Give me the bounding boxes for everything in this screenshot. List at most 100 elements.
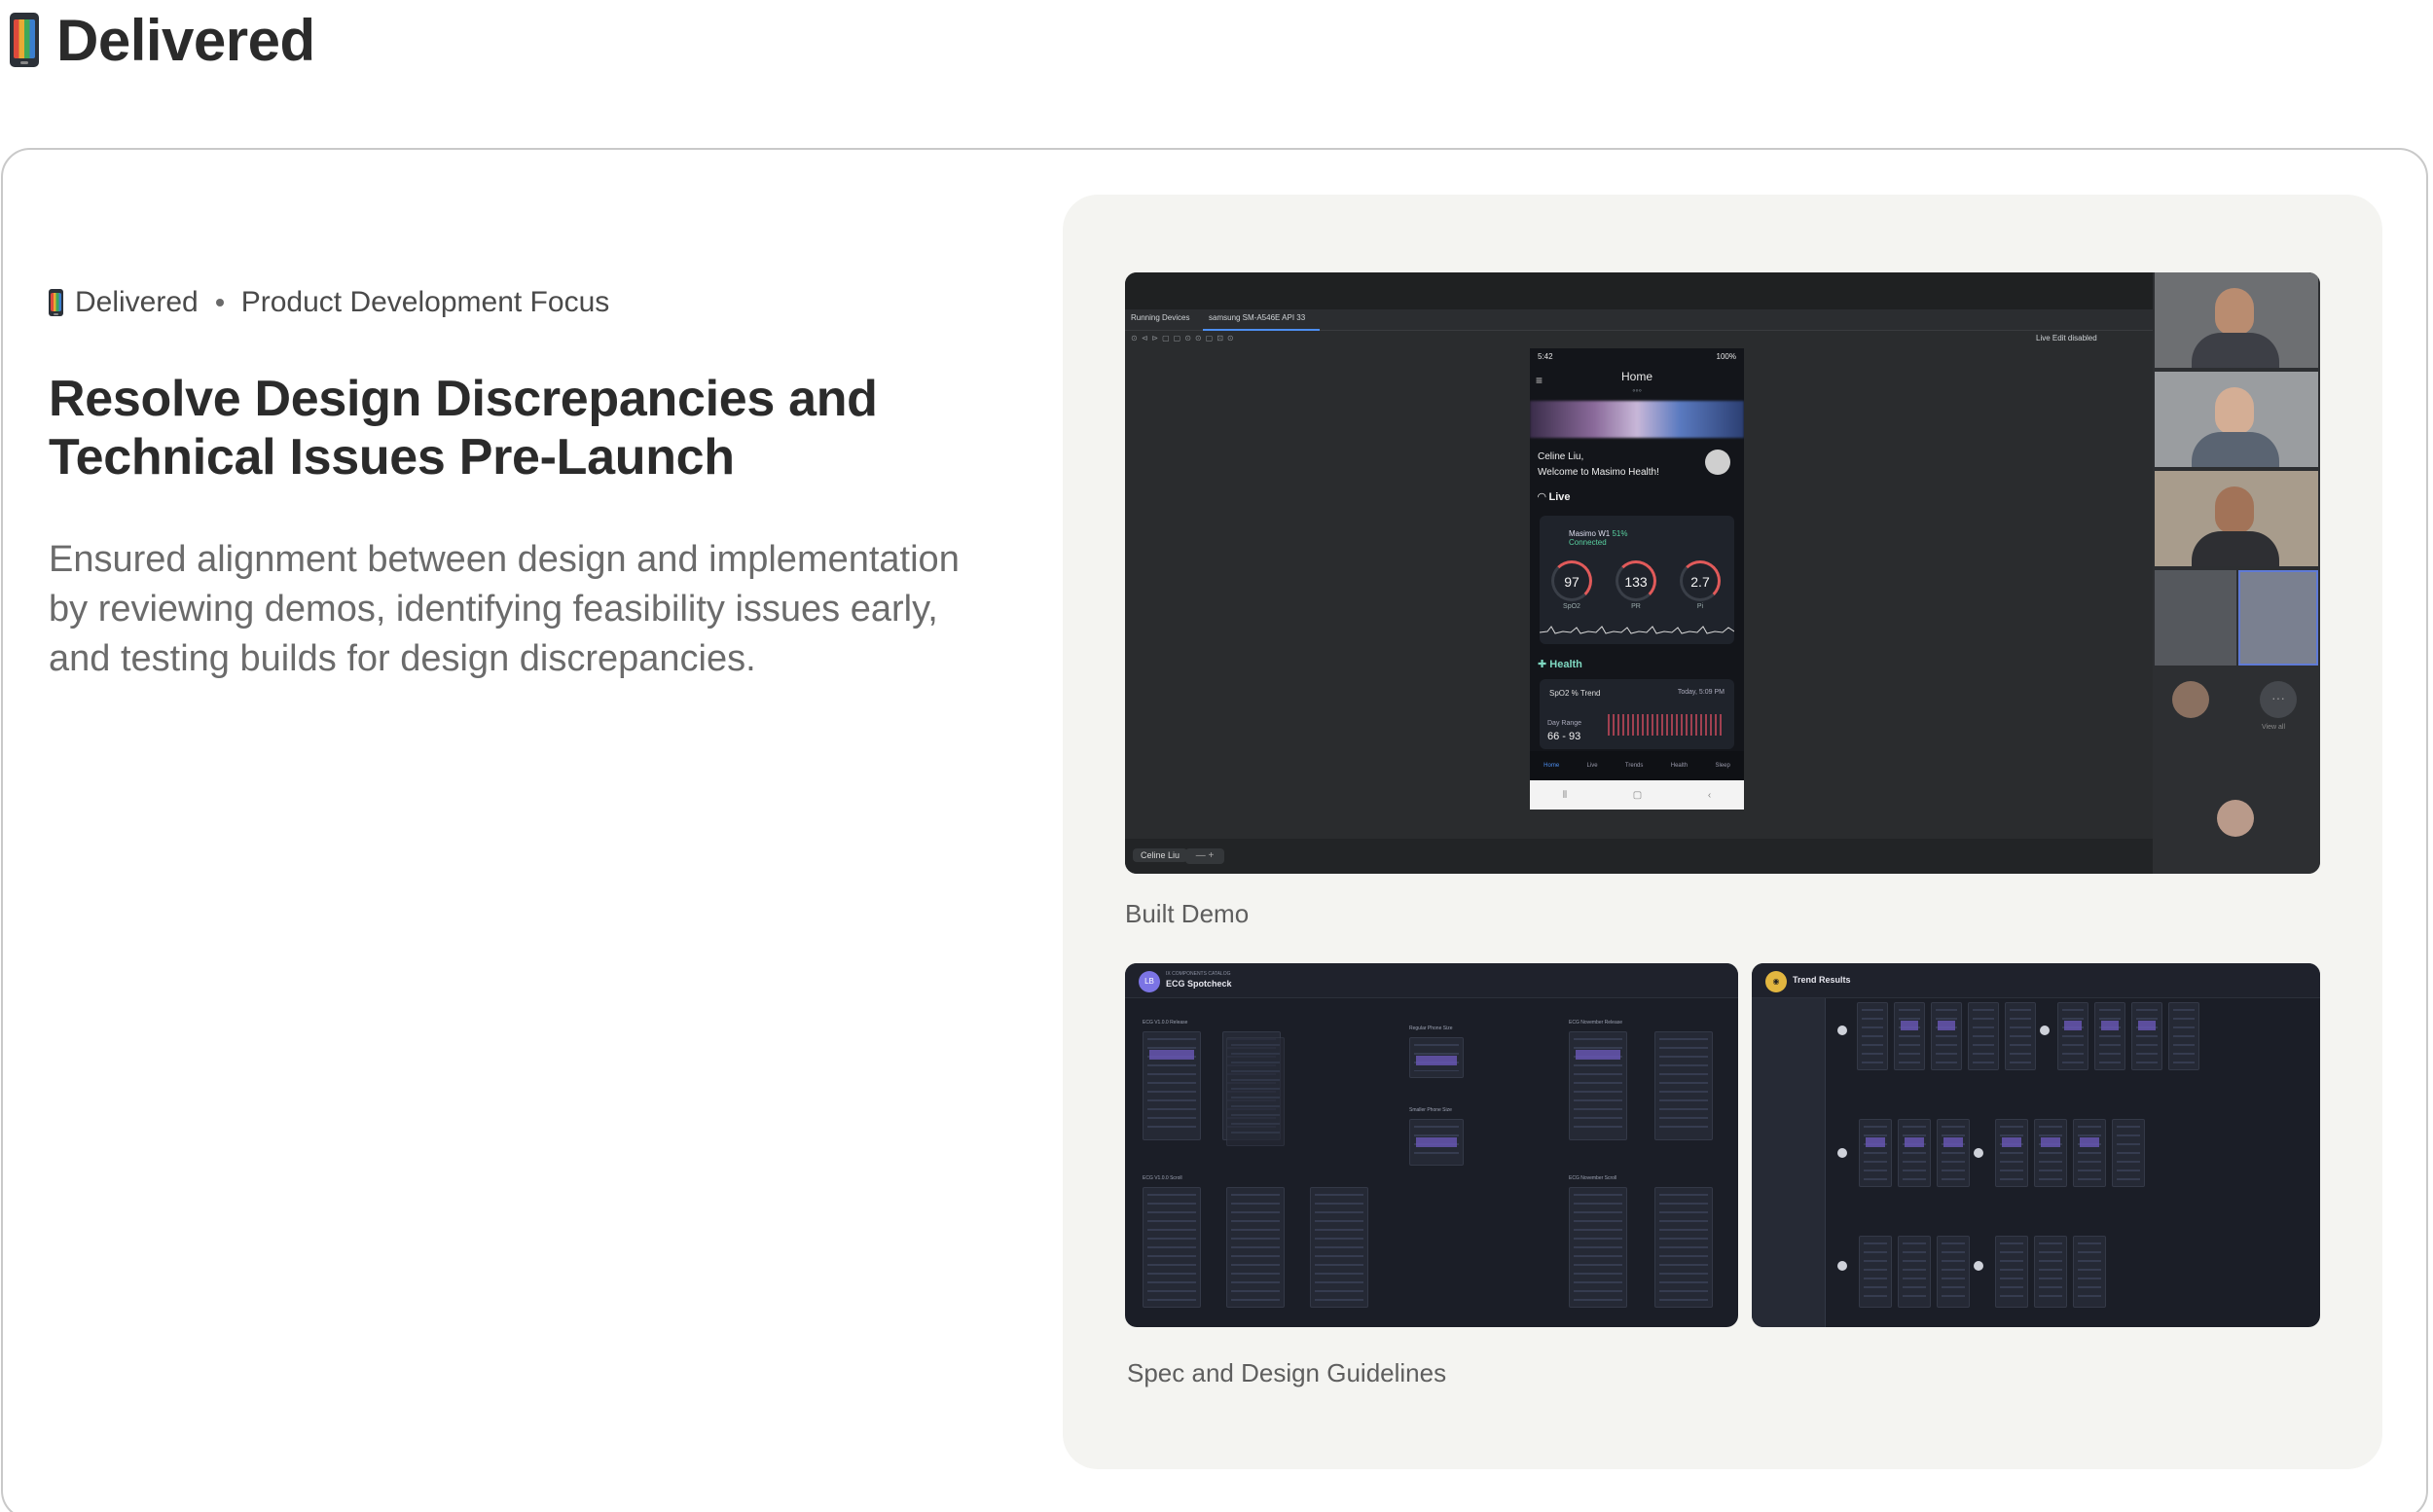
live-edit-status: Live Edit disabled [2036, 334, 2097, 342]
gauge-spo2-value: 97 [1564, 574, 1580, 590]
screen-frame [1859, 1236, 1892, 1308]
nav-sleep: Sleep [1715, 763, 1730, 769]
spec-label: Regular Phone Size [1409, 1026, 1453, 1031]
device-name: Masimo W1 [1569, 529, 1611, 538]
spec-title: Trend Results [1793, 975, 1851, 985]
nav-live: Live [1586, 763, 1598, 769]
phone-battery: 100% [1716, 352, 1736, 361]
screen-frame [2112, 1119, 2145, 1187]
screen-frame [2131, 1002, 2162, 1070]
screen-frame [1409, 1037, 1464, 1078]
built-demo-image[interactable]: Running Devices samsung SM-A546E API 33 … [1125, 272, 2320, 874]
device-status: Connected [1569, 538, 1607, 547]
spec-trend-results-image[interactable]: ◉ Trend Results [1752, 963, 2320, 1327]
spec-badge: LB [1139, 971, 1160, 992]
mobile-phone-icon [10, 13, 39, 67]
meta-status: Delivered [75, 286, 199, 318]
screen-frame [2057, 1002, 2088, 1070]
spec-ecg-spotcheck-image[interactable]: LB IX COMPONENTS CATALOG ECG Spotcheck E… [1125, 963, 1738, 1327]
more-participants-icon[interactable]: ··· [2260, 681, 2297, 718]
flow-node [1837, 1148, 1847, 1158]
participant-name: Celine Liu [1133, 848, 1188, 862]
spec-sidebar [1752, 998, 1826, 1327]
screen-frame [1937, 1119, 1970, 1187]
screen-frame [1569, 1031, 1627, 1140]
nav-trends: Trends [1624, 763, 1644, 769]
phone-greeting: Celine Liu, Welcome to Masimo Health! [1538, 450, 1659, 481]
section-health: ✚ Health [1538, 658, 1582, 670]
participant-avatar [2217, 800, 2254, 837]
trend-bars [1608, 714, 1723, 736]
gauge-pr-label: PR [1631, 603, 1641, 610]
mobile-phone-icon [49, 289, 63, 316]
section-health-label: Health [1549, 659, 1582, 670]
screen-frame [2073, 1236, 2106, 1308]
screen-frame [1995, 1119, 2028, 1187]
phone-bottom-nav: Home Live Trends Health Sleep [1530, 751, 1744, 780]
meeting-bottom-bar [1125, 839, 2153, 874]
range-value: 66 - 93 [1547, 731, 1581, 742]
spec-badge-icon: ◉ [1765, 971, 1787, 992]
participant-avatar [2172, 681, 2209, 718]
range-label: Day Range [1547, 720, 1582, 727]
plus-icon: ✚ [1538, 659, 1550, 670]
back-icon: ‹ [1707, 789, 1712, 801]
video-tile [2155, 272, 2318, 368]
view-all-label[interactable]: View all [2262, 724, 2285, 731]
video-tile [2155, 570, 2236, 666]
separator-dot [215, 299, 224, 306]
screen-frame [2168, 1002, 2199, 1070]
section-live: ◠ Live [1538, 490, 1571, 503]
video-participants: ··· View all [2153, 272, 2320, 874]
section-live-label: Live [1548, 491, 1571, 503]
flow-node [1837, 1261, 1847, 1271]
screen-frame [1654, 1031, 1713, 1140]
screen-frame [1857, 1002, 1888, 1070]
spec-subtitle: IX COMPONENTS CATALOG [1166, 971, 1231, 977]
device-info: Masimo W1 51% Connected [1569, 529, 1627, 547]
android-system-nav: ⦀ ▢ ‹ [1530, 780, 1744, 810]
built-demo-caption: Built Demo [1125, 899, 1250, 928]
spec-label: ECG V1.0.0 Scroll [1143, 1175, 1182, 1181]
spec-label: ECG November Scroll [1569, 1175, 1617, 1181]
screen-frame [2094, 1002, 2125, 1070]
masimo-logo-icon: ◦◦◦ [1632, 385, 1642, 395]
screen-frame [1995, 1236, 2028, 1308]
ide-tool-icons: ⊙⊲⊳▢▢⊙⊙▢⊡⊙ [1131, 334, 1238, 342]
meta-focus: Product Development Focus [240, 286, 610, 318]
trend-time: Today, 5:09 PM [1677, 689, 1725, 696]
video-tile [2238, 570, 2318, 666]
flow-node [1837, 1026, 1847, 1035]
phone-hero-banner [1530, 401, 1744, 438]
phone-status-bar: 5:42 100% [1538, 352, 1736, 361]
screen-frame [1931, 1002, 1962, 1070]
screen-frame [1143, 1187, 1201, 1308]
user-avatar [1705, 450, 1730, 475]
screen-frame [1226, 1037, 1285, 1146]
tab-running-devices: Running Devices [1131, 313, 1190, 322]
screen-frame [1409, 1119, 1464, 1166]
page-title: Delivered [56, 7, 315, 73]
screen-frame [1937, 1236, 1970, 1308]
tab-device-label: samsung SM-A546E API 33 [1209, 313, 1306, 322]
nav-home: Home [1543, 763, 1560, 769]
screen-frame [1898, 1236, 1931, 1308]
gauge-pi-value: 2.7 [1690, 574, 1710, 590]
card-description: Ensured alignment between design and imp… [49, 539, 960, 679]
screen-frame [1898, 1119, 1931, 1187]
page-header: Delivered [10, 6, 315, 74]
flow-node [1974, 1148, 1983, 1158]
screen-frame [1968, 1002, 1999, 1070]
screen-frame [1143, 1031, 1201, 1140]
home-icon: ▢ [1632, 789, 1643, 801]
pleth-waveform [1540, 626, 1734, 634]
spec-label: ECG V1.0.0 Release [1143, 1020, 1188, 1026]
greeting-welcome: Welcome to Masimo Health! [1538, 467, 1659, 478]
card-meta: Delivered Product Development Focus [49, 286, 609, 319]
screen-frame [2034, 1119, 2067, 1187]
trend-label: SpO2 % Trend [1549, 689, 1601, 698]
video-tile [2155, 372, 2318, 467]
screen-frame [2073, 1119, 2106, 1187]
video-tile [2155, 471, 2318, 566]
flow-node [1974, 1261, 1983, 1271]
